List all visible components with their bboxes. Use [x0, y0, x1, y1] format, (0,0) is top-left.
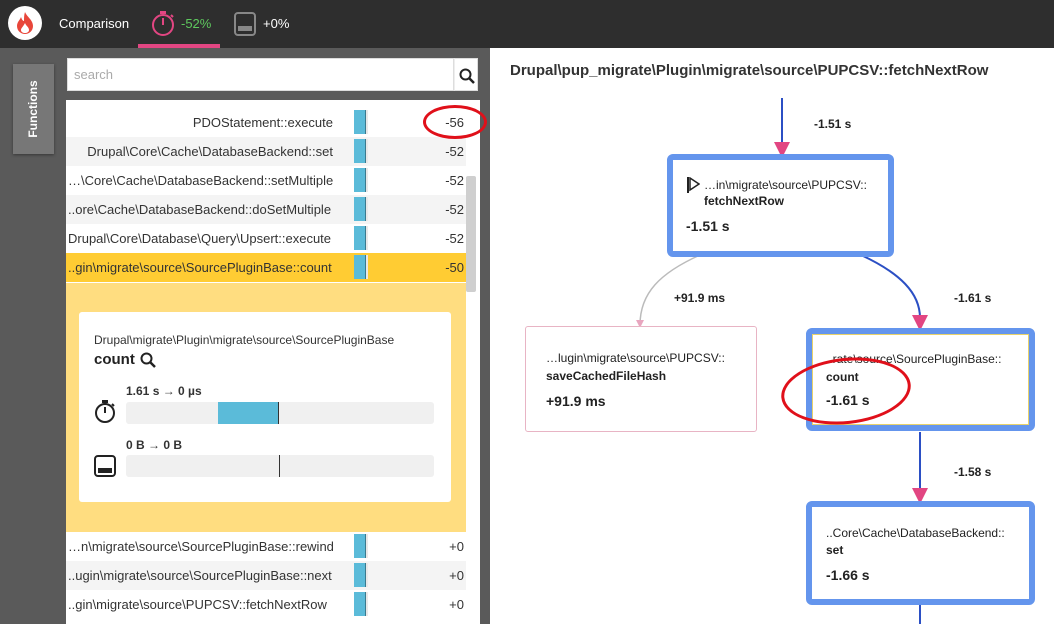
memory-change-label: 0 B → 0 B	[126, 438, 183, 452]
table-row[interactable]: Drupal\Core\Database\Query\Upsert::execu…	[66, 224, 466, 253]
annotation-circle	[423, 105, 487, 139]
function-name: PDOStatement::execute	[192, 115, 333, 130]
table-row[interactable]: ..ore\Cache\DatabaseBackend::doSetMultip…	[66, 195, 466, 224]
time-change-label: 1.61 s → 0 µs	[126, 384, 202, 398]
detail-namespace: Drupal\migrate\Plugin\migrate\source\Sou…	[94, 333, 395, 347]
diff-bar	[354, 592, 368, 616]
node-function: saveCachedFileHash	[546, 369, 667, 383]
memory-diff-bar	[126, 455, 434, 477]
function-name: ..gin\migrate\source\PUPCSV::fetchNextRo…	[68, 597, 327, 612]
function-diff: +0	[449, 597, 464, 612]
top-bar: Comparison -52% +0%	[0, 0, 1054, 48]
graph-node-root[interactable]: …in\migrate\source\PUPCSV:: fetchNextRow…	[667, 154, 894, 257]
node-namespace: …lugin\migrate\source\PUPCSV::	[546, 351, 725, 365]
memory-metric-tab[interactable]: +0%	[232, 0, 302, 48]
detail-function-name: count	[94, 351, 135, 368]
diff-bar	[354, 534, 368, 558]
edge-label-count: -1.61 s	[954, 291, 992, 305]
diff-bar	[354, 139, 368, 163]
functions-list: PDOStatement::execute -56 Drupal\Core\Ca…	[66, 100, 480, 624]
time-metric-tab[interactable]: -52%	[138, 0, 220, 48]
table-row[interactable]: ..ugin\migrate\source\SourcePluginBase::…	[66, 561, 466, 590]
diff-bar	[354, 563, 368, 587]
function-name: ..ugin\migrate\source\SourcePluginBase::…	[68, 568, 332, 583]
edge-label-set: -1.58 s	[954, 465, 992, 479]
function-name: …n\migrate\source\SourcePluginBase::rewi…	[68, 539, 334, 554]
function-detail-card: Drupal\migrate\Plugin\migrate\source\Sou…	[79, 312, 451, 502]
search-input[interactable]	[67, 58, 454, 91]
table-row[interactable]: PDOStatement::execute -56	[66, 108, 466, 137]
node-namespace: …in\migrate\source\PUPCSV::	[704, 178, 867, 192]
magnifier-icon[interactable]	[140, 352, 156, 368]
node-time: +91.9 ms	[546, 393, 606, 409]
comparison-tab[interactable]: Comparison	[59, 16, 129, 31]
diff-bar	[354, 168, 368, 192]
diff-bar	[354, 197, 368, 221]
node-namespace: ..Core\Cache\DatabaseBackend::	[826, 526, 1005, 540]
function-name: ..gin\migrate\source\SourcePluginBase::c…	[68, 260, 332, 275]
function-name: Drupal\Core\Database\Query\Upsert::execu…	[68, 231, 332, 246]
function-diff: +0	[449, 568, 464, 583]
function-diff: -52	[445, 173, 464, 188]
diff-bar	[354, 110, 368, 134]
function-name: ..ore\Cache\DatabaseBackend::doSetMultip…	[68, 202, 332, 217]
functions-scrollbar[interactable]	[466, 176, 476, 292]
stopwatch-icon	[152, 11, 174, 36]
function-diff: +0	[449, 539, 464, 554]
node-function: fetchNextRow	[704, 194, 785, 208]
search-icon	[459, 68, 475, 84]
function-diff: -52	[445, 202, 464, 217]
functions-tab-label: Functions	[26, 80, 40, 138]
entry-point-icon	[687, 177, 700, 193]
function-diff: -52	[445, 231, 464, 246]
memory-metric-value: +0%	[263, 16, 290, 31]
table-row[interactable]: …\Core\Cache\DatabaseBackend::setMultipl…	[66, 166, 466, 195]
node-time: -1.51 s	[686, 218, 730, 234]
graph-node-save[interactable]: …lugin\migrate\source\PUPCSV:: saveCache…	[525, 326, 757, 432]
search-button[interactable]	[454, 58, 478, 91]
table-row[interactable]: Drupal\Core\Cache\DatabaseBackend::set -…	[66, 137, 466, 166]
diff-bar	[354, 255, 368, 279]
table-row[interactable]: ..gin\migrate\source\PUPCSV::fetchNextRo…	[66, 590, 466, 619]
node-time: -1.66 s	[826, 567, 870, 583]
functions-tab[interactable]: Functions	[13, 64, 54, 154]
function-diff: -52	[445, 144, 464, 159]
table-row-selected[interactable]: ..gin\migrate\source\SourcePluginBase::c…	[66, 253, 466, 282]
function-diff: -50	[445, 260, 464, 275]
node-function: set	[826, 543, 844, 557]
flame-icon	[17, 12, 33, 34]
function-name: …\Core\Cache\DatabaseBackend::setMultipl…	[68, 173, 334, 188]
blackfire-logo[interactable]	[8, 6, 42, 40]
time-metric-value: -52%	[181, 16, 212, 31]
time-diff-bar	[126, 402, 434, 424]
edge-label-save: +91.9 ms	[674, 291, 726, 305]
table-row[interactable]: …n\migrate\source\SourcePluginBase::rewi…	[66, 532, 466, 561]
memory-icon	[234, 12, 256, 36]
memory-icon	[94, 455, 116, 477]
edge-label-incoming: -1.51 s	[814, 117, 852, 131]
diff-bar	[354, 226, 368, 250]
stopwatch-icon	[95, 400, 115, 423]
function-name: Drupal\Core\Cache\DatabaseBackend::set	[87, 144, 333, 159]
graph-node-set[interactable]: ..Core\Cache\DatabaseBackend:: set -1.66…	[806, 501, 1035, 605]
